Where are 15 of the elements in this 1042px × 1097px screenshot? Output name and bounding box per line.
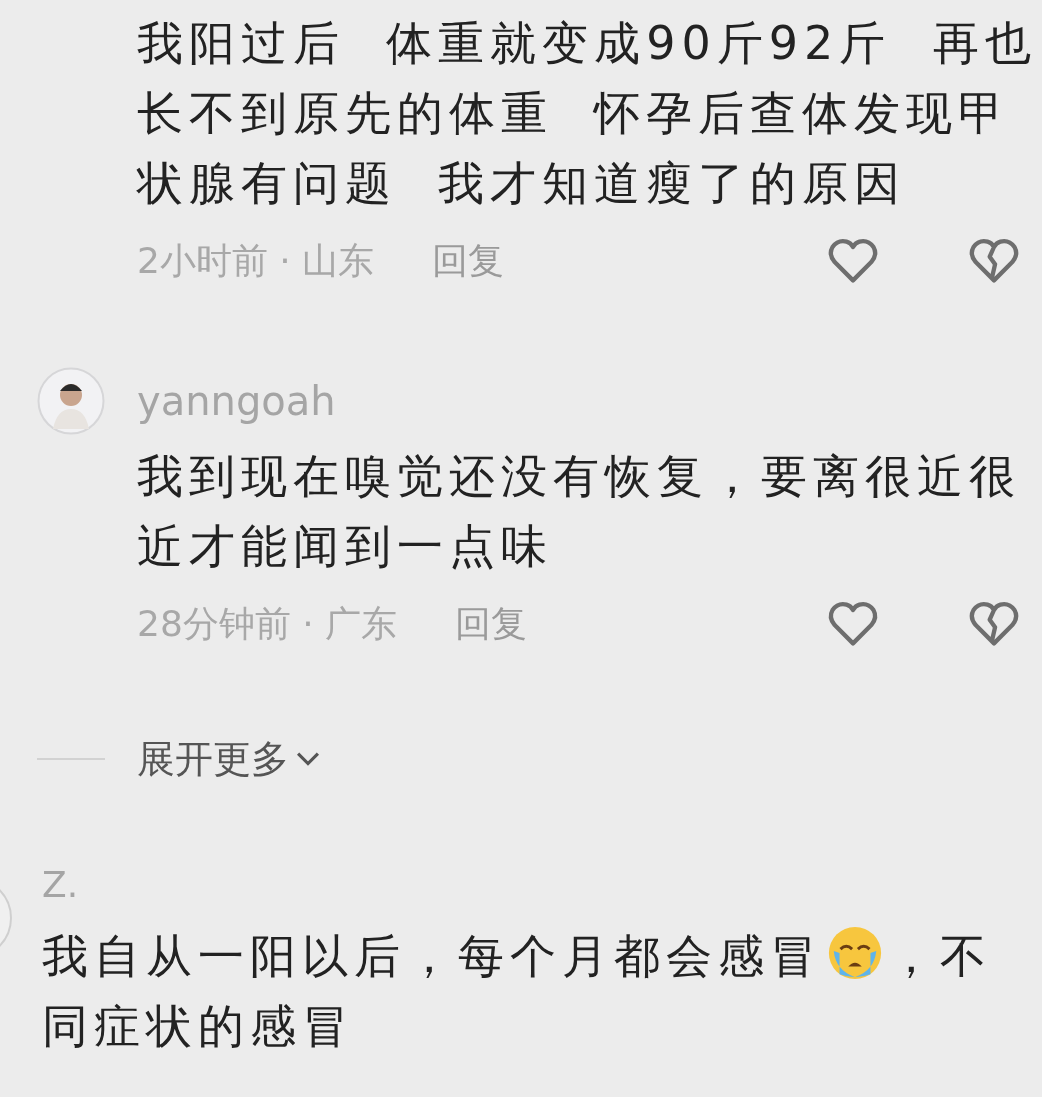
expand-more-button[interactable]: 展开更多: [137, 733, 321, 785]
comment-text: 我阳过后 体重就变成90斤92斤 再也长不到原先的体重 怀孕后查体发现甲状腺有问题 我才知道瘦了的原因: [137, 15, 1038, 212]
reply-link[interactable]: 回复: [455, 599, 528, 649]
comment-text: 同症状的感冒: [42, 999, 354, 1053]
chevron-down-icon[interactable]: [295, 750, 321, 768]
comment-text: ，不: [888, 929, 992, 983]
comment-text: 我自从一阳以后，每个月都会感冒: [42, 929, 822, 983]
username[interactable]: Z.: [42, 863, 79, 905]
crying-face-icon: [826, 924, 884, 982]
comment-text: 我到现在嗅觉还没有恢复，要离很近很近才能闻到一点味: [137, 448, 1022, 575]
time-location: 28分钟前 · 广东: [137, 601, 398, 646]
reply-link[interactable]: 回复: [432, 236, 505, 286]
username[interactable]: yanngoah: [137, 378, 336, 424]
avatar[interactable]: [37, 367, 105, 435]
time-location: 2小时前 · 山东: [137, 238, 375, 283]
